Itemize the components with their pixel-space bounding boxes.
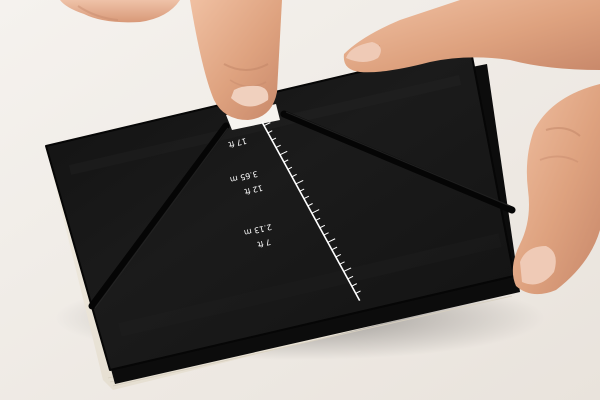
notebook-photo: 17 ft 12 ft 3.65 m 7 ft 2.13 m — [0, 0, 600, 400]
photo-scene: 17 ft 12 ft 3.65 m 7 ft 2.13 m — [0, 0, 600, 400]
